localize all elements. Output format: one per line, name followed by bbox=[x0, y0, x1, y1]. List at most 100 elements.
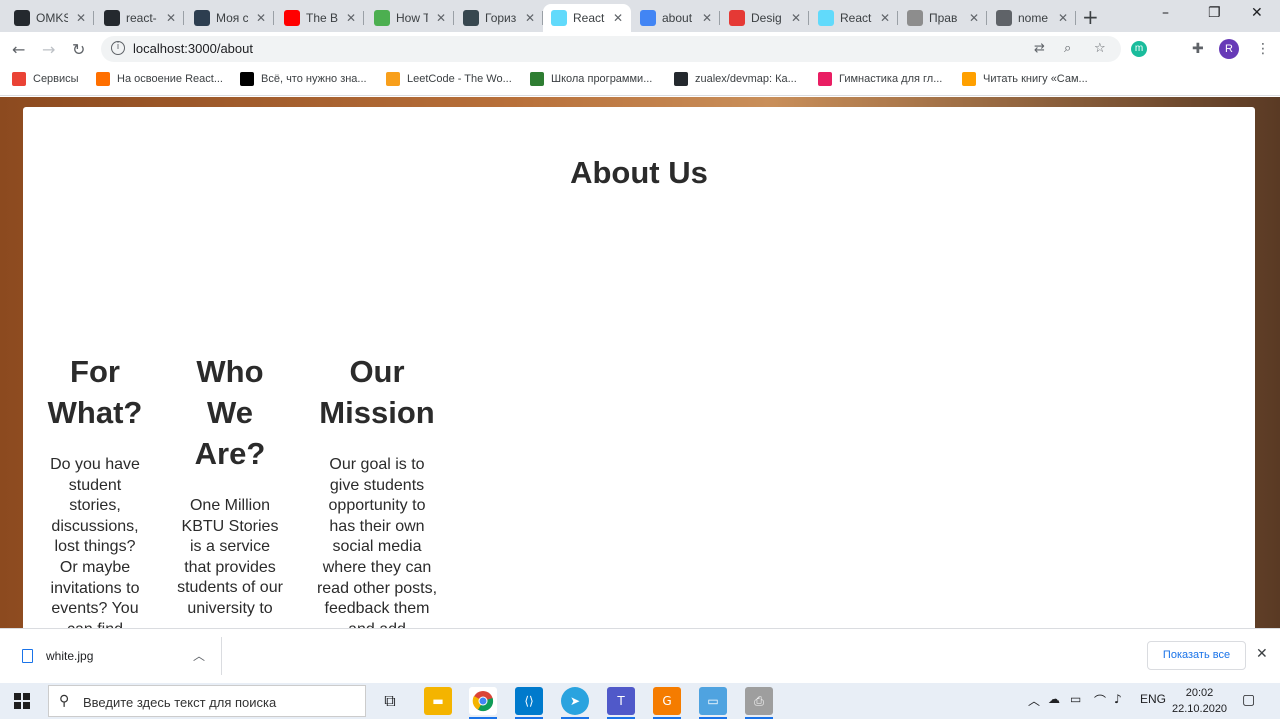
browser-tab[interactable]: Гориз ✕ bbox=[455, 4, 543, 32]
close-tab-icon[interactable]: ✕ bbox=[256, 11, 266, 25]
clock[interactable]: 20:02 22.10.2020 bbox=[1172, 685, 1227, 717]
browser-tab[interactable]: Desig ✕ bbox=[721, 4, 809, 32]
close-tab-icon[interactable]: ✕ bbox=[525, 11, 535, 25]
chrome-icon[interactable] bbox=[469, 687, 497, 719]
menu-icon[interactable]: ⋮ bbox=[1256, 41, 1270, 57]
site-info-icon[interactable]: i bbox=[111, 41, 125, 55]
url-text[interactable]: localhost:3000/about bbox=[133, 41, 253, 56]
profile-avatar[interactable]: R bbox=[1219, 39, 1239, 59]
zoom-icon[interactable]: ⌕ bbox=[1064, 41, 1071, 56]
leetcode-icon bbox=[386, 72, 400, 86]
browser-toolbar: ← → ↻ i localhost:3000/about ⇄ ⌕ ☆ m ✚ R… bbox=[0, 32, 1280, 66]
divider bbox=[221, 637, 222, 675]
reload-icon[interactable]: ↻ bbox=[72, 40, 85, 59]
tab-title: Прав bbox=[929, 11, 958, 25]
browser-tab[interactable]: about ✕ bbox=[632, 4, 720, 32]
close-tab-icon[interactable]: ✕ bbox=[702, 11, 712, 25]
bookmark-item[interactable]: Школа программи... bbox=[530, 72, 652, 86]
tab-title: Моя с bbox=[216, 11, 248, 25]
bookmark-item[interactable]: Всё, что нужно зна... bbox=[240, 72, 367, 86]
task-view-icon[interactable]: ⧉ bbox=[376, 687, 404, 715]
close-tab-icon[interactable]: ✕ bbox=[166, 11, 176, 25]
close-tab-icon[interactable]: ✕ bbox=[436, 11, 446, 25]
column-our-mission: Our Mission Our goal is to give students… bbox=[315, 351, 439, 628]
page-viewport: About Us For What? Do you have student s… bbox=[0, 97, 1280, 628]
browser-tab[interactable]: Прав ✕ bbox=[899, 4, 987, 32]
bookmarks-bar: Сервисы На освоение React... Всё, что нужн… bbox=[0, 66, 1280, 96]
telegram-icon[interactable]: ➤ bbox=[561, 687, 589, 719]
close-tab-icon[interactable]: ✕ bbox=[346, 11, 356, 25]
battery-icon[interactable]: ▭ bbox=[1070, 692, 1081, 706]
browser-tab[interactable]: react- ✕ bbox=[96, 4, 184, 32]
browser-tab[interactable]: React ✕ bbox=[543, 4, 631, 32]
close-tab-icon[interactable]: ✕ bbox=[969, 11, 979, 25]
download-filename[interactable]: white.jpg bbox=[46, 649, 93, 663]
bookmark-label: На освоение React... bbox=[117, 73, 223, 85]
close-tab-icon[interactable]: ✕ bbox=[880, 11, 890, 25]
file-explorer-icon[interactable]: ▬ bbox=[424, 687, 452, 715]
show-all-button[interactable]: Показать все bbox=[1147, 641, 1246, 670]
bookmark-item[interactable]: LeetCode - The Wo... bbox=[386, 72, 512, 86]
about-card: About Us For What? Do you have student s… bbox=[23, 107, 1255, 628]
volume-icon[interactable]: ♪ bbox=[1114, 692, 1122, 706]
search-placeholder: Введите здесь текст для поиска bbox=[83, 695, 277, 710]
tab-title: OMKS bbox=[36, 11, 68, 25]
column-title: Who We Are? bbox=[194, 354, 266, 471]
taskbar: ⚲ Введите здесь текст для поиска ⧉ ▬ ⟨⟩ … bbox=[0, 683, 1280, 719]
file-icon bbox=[22, 649, 33, 663]
wifi-icon[interactable]: ⌒ bbox=[1094, 692, 1106, 709]
browser-tab[interactable]: The B ✕ bbox=[276, 4, 364, 32]
bookmark-star-icon[interactable]: ☆ bbox=[1094, 41, 1106, 56]
browser-tab[interactable]: How T ✕ bbox=[366, 4, 454, 32]
bookmark-label: Сервисы bbox=[33, 73, 79, 85]
tab-title: The B bbox=[306, 11, 338, 25]
github-icon bbox=[14, 10, 30, 26]
bookmark-item[interactable]: Гимнастика для гл... bbox=[818, 72, 942, 86]
address-bar[interactable]: i localhost:3000/about ⇄ ⌕ ☆ bbox=[101, 36, 1121, 62]
language-indicator[interactable]: ENG bbox=[1140, 692, 1166, 706]
tab-strip: OMKS ✕ react- ✕ Моя с ✕ The B ✕ How T ✕ Гориз ✕ Reac… bbox=[0, 0, 1280, 32]
bookmark-item[interactable]: На освоение React... bbox=[96, 72, 223, 86]
extensions-icon[interactable]: ✚ bbox=[1192, 41, 1204, 57]
chevron-up-icon[interactable]: ︿ bbox=[1028, 692, 1040, 709]
github-icon bbox=[104, 10, 120, 26]
close-tab-icon[interactable]: ✕ bbox=[1058, 11, 1068, 25]
notifications-icon[interactable]: ▢ bbox=[1242, 692, 1255, 708]
browser-tab[interactable]: React ✕ bbox=[810, 4, 898, 32]
bookmark-item[interactable]: Сервисы bbox=[12, 72, 79, 86]
minimize-icon[interactable]: – bbox=[1162, 5, 1169, 21]
restore-icon[interactable]: ❐ bbox=[1208, 5, 1221, 21]
google-icon bbox=[640, 10, 656, 26]
display-icon[interactable]: ▭ bbox=[699, 687, 727, 719]
close-tab-icon[interactable]: ✕ bbox=[613, 11, 623, 25]
bookmark-item[interactable]: zualex/devmap: Ка... bbox=[674, 72, 797, 86]
chevron-up-icon[interactable]: ︿ bbox=[193, 647, 205, 664]
printer-icon[interactable]: ⎙ bbox=[745, 687, 773, 719]
design-icon bbox=[729, 10, 745, 26]
close-window-icon[interactable]: ✕ bbox=[1251, 5, 1263, 21]
column-text: Our goal is to give students opportunity… bbox=[316, 456, 438, 628]
teams-icon[interactable]: T bbox=[607, 687, 635, 719]
search-icon: ⚲ bbox=[59, 693, 70, 709]
windows-start-icon[interactable] bbox=[14, 693, 30, 709]
new-tab-button[interactable]: + bbox=[1082, 5, 1099, 29]
translate-icon[interactable]: ⇄ bbox=[1034, 41, 1045, 56]
bookmark-item[interactable]: Читать книгу «Сам... bbox=[962, 72, 1088, 86]
browser-tab[interactable]: Моя с ✕ bbox=[186, 4, 274, 32]
app-icon[interactable]: G bbox=[653, 687, 681, 719]
onedrive-icon[interactable]: ☁ bbox=[1048, 692, 1060, 706]
close-icon[interactable]: ✕ bbox=[1256, 646, 1268, 662]
globe-icon bbox=[996, 10, 1012, 26]
close-tab-icon[interactable]: ✕ bbox=[791, 11, 801, 25]
close-tab-icon[interactable]: ✕ bbox=[76, 11, 86, 25]
taskbar-search-input[interactable]: ⚲ Введите здесь текст для поиска bbox=[48, 685, 366, 717]
forward-icon[interactable]: → bbox=[42, 40, 55, 59]
extension-m-icon[interactable]: m bbox=[1131, 41, 1147, 57]
tab-title: nome bbox=[1018, 11, 1049, 25]
tab-title: React bbox=[573, 11, 605, 25]
vscode-icon[interactable]: ⟨⟩ bbox=[515, 687, 543, 719]
browser-tab[interactable]: nome ✕ bbox=[988, 4, 1076, 32]
column-for-what: For What? Do you have student stories, d… bbox=[45, 351, 145, 628]
back-icon[interactable]: ← bbox=[12, 40, 25, 59]
browser-tab[interactable]: OMKS ✕ bbox=[6, 4, 94, 32]
